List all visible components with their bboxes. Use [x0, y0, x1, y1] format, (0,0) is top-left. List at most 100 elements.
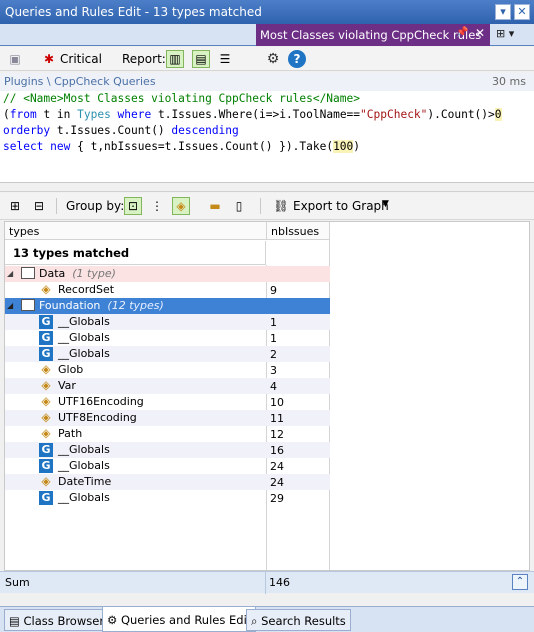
table-row[interactable]: ◈ RecordSet 9	[5, 282, 330, 298]
row-name: RecordSet	[58, 283, 115, 296]
separator	[260, 198, 261, 214]
class-browser-icon: ▤	[9, 614, 20, 628]
export-to-graph-button[interactable]: Export to Graph	[293, 199, 389, 213]
sum-label: Sum	[5, 576, 30, 589]
sum-bar: Sum 146 ⌃	[0, 571, 534, 594]
table-row[interactable]: G __Globals 24	[5, 458, 330, 474]
collapse-triangle-icon[interactable]: ◢	[7, 301, 13, 310]
row-name: Data	[39, 267, 66, 280]
expand-all-icon[interactable]: ⊞	[6, 197, 24, 215]
report-document-icon[interactable]: ▤	[192, 50, 210, 68]
row-name: DateTime	[58, 475, 112, 488]
file-icon[interactable]: ▯	[230, 197, 248, 215]
report-label: Report:	[122, 52, 166, 66]
row-name: Foundation	[39, 299, 101, 312]
queries-edit-icon: ⚙	[107, 613, 118, 627]
window-title-bar: Queries and Rules Edit - 13 types matche…	[0, 0, 534, 24]
new-query-dropdown-icon[interactable]: ⊞ ▾	[496, 27, 526, 43]
pin-window-icon[interactable]: ▾	[495, 4, 511, 20]
group-by-label: Group by:	[66, 199, 125, 213]
graph-icon[interactable]: ⛓	[272, 197, 290, 215]
column-header-nbissues[interactable]: nbIssues	[267, 222, 330, 240]
table-row[interactable]: ◈ Glob 3	[5, 362, 330, 378]
query-line-1: // <Name>Most Classes violating CppCheck…	[3, 92, 360, 105]
tab-label: Queries and Rules Edit	[120, 613, 252, 627]
table-row[interactable]: G __Globals 2	[5, 346, 330, 362]
globals-icon: G	[39, 443, 53, 457]
group-by-tree-icon[interactable]: ⋮	[148, 197, 166, 215]
editor-splitter[interactable]	[0, 183, 534, 192]
class-icon: ◈	[41, 426, 51, 440]
group-by-namespace-icon[interactable]: ⊡	[124, 197, 142, 215]
save-icon[interactable]: ▣	[6, 50, 24, 68]
table-row[interactable]: G __Globals 1	[5, 330, 330, 346]
tab-queries-and-rules-edit[interactable]: ⚙ Queries and Rules Edit	[102, 607, 257, 632]
row-name: UTF16Encoding	[58, 395, 144, 408]
globals-icon: G	[39, 347, 53, 361]
row-value: 4	[270, 380, 277, 393]
tab-query[interactable]: Most Classes violating CppCheck rules 📌 …	[256, 24, 490, 46]
table-row[interactable]: ◈ Path 12	[5, 426, 330, 442]
table-row-namespace-data[interactable]: ◢ Data (1 type)	[5, 266, 330, 282]
report-list-icon[interactable]: ☰	[216, 50, 234, 68]
row-value: 9	[270, 284, 277, 297]
row-value: 24	[270, 476, 284, 489]
namespace-icon	[21, 299, 35, 311]
row-value: 29	[270, 492, 284, 505]
sum-value: 146	[269, 576, 290, 589]
table-row[interactable]: G __Globals 16	[5, 442, 330, 458]
tab-class-browser[interactable]: ▤ Class Browser	[4, 609, 110, 631]
row-value: 12	[270, 428, 284, 441]
tab-query-label: Most Classes violating CppCheck rules	[260, 28, 482, 42]
row-value: 16	[270, 444, 284, 457]
column-divider	[265, 572, 266, 594]
search-icon: ⌕	[251, 614, 258, 628]
pin-icon[interactable]: 📌	[456, 27, 468, 38]
class-icon: ◈	[41, 474, 51, 488]
table-row[interactable]: ◈ DateTime 24	[5, 474, 330, 490]
chevron-down-icon[interactable]: ▼	[382, 199, 389, 209]
collapse-all-icon[interactable]: ⊟	[30, 197, 48, 215]
row-name: __Globals	[58, 443, 110, 456]
matched-count: 13 types matched	[5, 241, 266, 265]
table-row[interactable]: G __Globals 29	[5, 490, 330, 506]
row-name: Glob	[58, 363, 84, 376]
group-by-type-icon[interactable]: ◈	[172, 197, 190, 215]
globals-icon: G	[39, 459, 53, 473]
critical-rule-icon[interactable]: ✱	[40, 50, 58, 68]
row-name: UTF8Encoding	[58, 411, 137, 424]
row-name: __Globals	[58, 491, 110, 504]
collapse-triangle-icon[interactable]: ◢	[7, 269, 13, 278]
close-window-icon[interactable]: ✕	[514, 4, 530, 20]
table-row[interactable]: ◈ UTF16Encoding 10	[5, 394, 330, 410]
column-header-types[interactable]: types	[5, 222, 267, 240]
row-value: 1	[270, 332, 277, 345]
document-tab-strip: Most Classes violating CppCheck rules 📌 …	[0, 24, 534, 46]
row-name: Var	[58, 379, 76, 392]
row-name: __Globals	[58, 331, 110, 344]
report-chart-icon[interactable]: ▥	[166, 50, 184, 68]
row-value: 3	[270, 364, 277, 377]
collapse-summary-icon[interactable]: ⌃	[512, 574, 528, 590]
query-line-3: orderby t.Issues.Count() descending	[3, 124, 239, 137]
breadcrumb-path[interactable]: Plugins \ CppCheck Queries	[4, 75, 156, 88]
separator	[56, 198, 57, 214]
table-row-namespace-foundation[interactable]: ◢ Foundation (12 types)	[5, 298, 330, 314]
table-row[interactable]: ◈ UTF8Encoding 11	[5, 410, 330, 426]
close-tab-icon[interactable]: ✕	[475, 26, 485, 40]
gear-icon[interactable]: ⚙	[264, 50, 282, 68]
table-row[interactable]: G __Globals 1	[5, 314, 330, 330]
row-value: 2	[270, 348, 277, 361]
class-icon: ◈	[41, 282, 51, 296]
critical-label[interactable]: Critical	[60, 52, 102, 66]
row-count-suffix: (1 type)	[72, 267, 116, 280]
row-value: 24	[270, 460, 284, 473]
tab-search-results[interactable]: ⌕ Search Results	[246, 609, 351, 631]
help-icon[interactable]: ?	[288, 50, 306, 68]
row-name: Path	[58, 427, 83, 440]
folder-icon[interactable]: ▬	[206, 197, 224, 215]
query-duration: 30 ms	[492, 75, 526, 88]
query-editor[interactable]: // <Name>Most Classes violating CppCheck…	[0, 91, 534, 183]
results-grid: types nbIssues 13 types matched ◢ Data (…	[4, 221, 530, 571]
table-row[interactable]: ◈ Var 4	[5, 378, 330, 394]
